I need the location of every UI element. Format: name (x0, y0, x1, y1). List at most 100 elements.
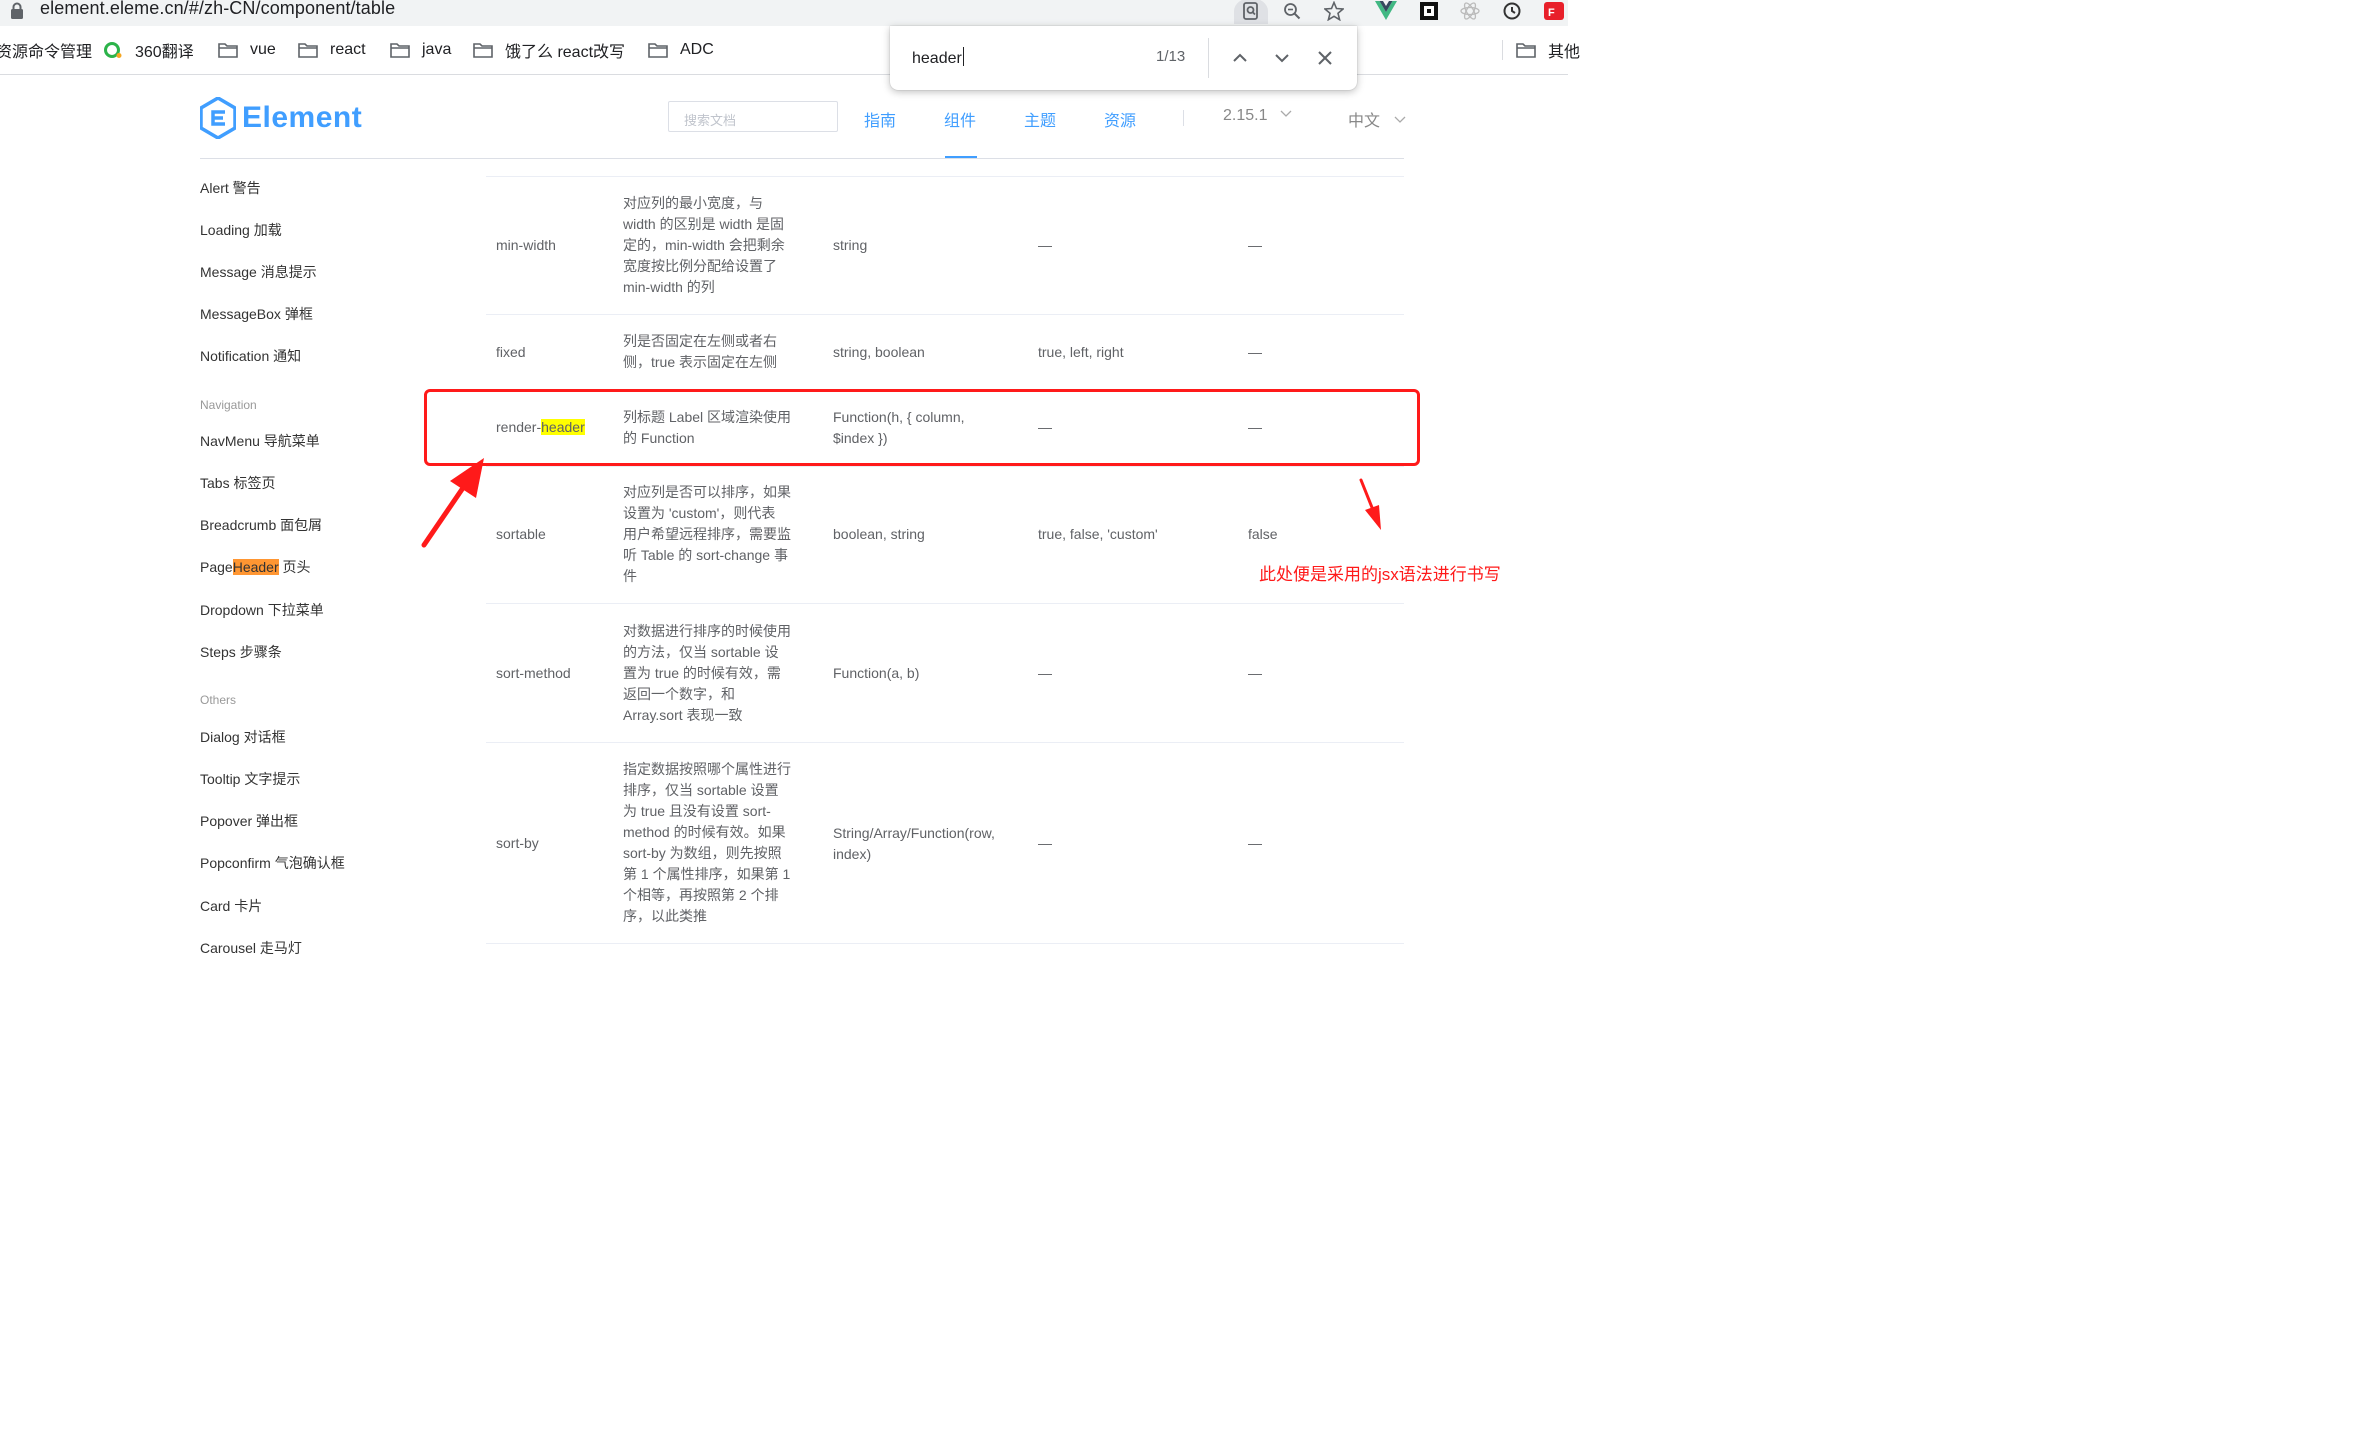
sync-extension-icon[interactable] (1498, 0, 1526, 24)
desc-line: 列是否固定在左侧或者右 (623, 333, 777, 349)
vue-devtools-icon[interactable] (1372, 0, 1400, 24)
desc-line: 宽度按比例分配给设置了 (623, 258, 777, 274)
cell-param: min-width (496, 237, 556, 253)
bookmark-folder-eleme-react[interactable]: 饿了么 react改写 (473, 38, 625, 62)
cell-type: String/Array/Function(row, index) (833, 823, 995, 865)
sidebar-item-pageheader[interactable]: PageHeader 页头 (200, 557, 311, 577)
desc-line: 个相等，再按照第 2 个排 (623, 887, 779, 903)
close-icon (1318, 51, 1332, 65)
cell-type: Function(a, b) (833, 665, 920, 681)
qr-extension-icon[interactable] (1415, 0, 1443, 24)
language-select[interactable]: 中文 (1348, 107, 1406, 131)
element-logo[interactable]: Element (200, 97, 362, 139)
doc-search-input[interactable]: 搜索文档 (668, 101, 838, 132)
cell-default: — (1248, 665, 1262, 681)
desc-line: 听 Table 的 sort-change 事 (623, 547, 788, 563)
bookmark-folder-other[interactable]: 其他 (1516, 38, 1580, 62)
desc-line: 设置为 'custom'，则代表 (623, 505, 776, 521)
type-line: String/Array/Function(row, (833, 825, 995, 841)
bookmark-label: 饿了么 react改写 (505, 44, 626, 61)
language-text: 中文 (1348, 113, 1381, 130)
version-select[interactable]: 2.15.1 (1223, 107, 1292, 125)
cell-param: sort-by (496, 835, 539, 851)
header-divider (200, 158, 1404, 159)
sidebar-item-navmenu[interactable]: NavMenu 导航菜单 (200, 431, 320, 451)
browser-url-bar: element.eleme.cn/#/zh-CN/component/table… (0, 0, 1568, 26)
cell-description: 对数据进行排序的时候使用 的方法，仅当 sortable 设 置为 true 的… (623, 621, 791, 726)
nav-guide[interactable]: 指南 (864, 107, 896, 131)
desc-line: 件 (623, 568, 637, 584)
find-divider (1208, 38, 1209, 78)
sidebar-item-breadcrumb[interactable]: Breadcrumb 面包屑 (200, 515, 322, 535)
find-next-button[interactable] (1270, 46, 1294, 70)
table-row-divider (486, 314, 1404, 315)
bookmark-star-icon[interactable] (1320, 0, 1348, 24)
bookmark-folder-vue[interactable]: vue (218, 38, 276, 62)
nav-resource[interactable]: 资源 (1104, 107, 1136, 131)
sidebar-item-loading[interactable]: Loading 加载 (200, 220, 282, 240)
sidebar-item-alert[interactable]: Alert 警告 (200, 178, 261, 198)
bookmark-label: java (422, 41, 452, 58)
bookmark-resource-cmd[interactable]: 资源命令管理 (0, 38, 92, 62)
bookmark-folder-adc[interactable]: ADC (648, 38, 714, 62)
arrow-left-icon (421, 458, 484, 548)
sidebar-item-messagebox[interactable]: MessageBox 弹框 (200, 304, 313, 324)
sidebar-item-popover[interactable]: Popover 弹出框 (200, 811, 298, 831)
sidebar-item-dialog[interactable]: Dialog 对话框 (200, 727, 286, 747)
desc-line: 定的，min-width 会把剩余 (623, 237, 785, 253)
folder-icon (298, 43, 318, 58)
find-query-text: header (912, 50, 962, 67)
react-devtools-icon[interactable] (1456, 0, 1484, 24)
cell-type: string (833, 237, 868, 253)
sidebar-item-notification[interactable]: Notification 通知 (200, 346, 301, 366)
find-input[interactable]: header (912, 47, 964, 68)
sidebar-item-steps[interactable]: Steps 步骤条 (200, 642, 282, 662)
annotation-highlight-box (424, 389, 1420, 466)
table-row-divider (486, 466, 1404, 467)
find-previous-button[interactable] (1228, 46, 1252, 70)
sidebar-item-tooltip[interactable]: Tooltip 文字提示 (200, 769, 300, 789)
bookmark-folder-java[interactable]: java (390, 38, 451, 62)
bookmark-360-translate[interactable]: 360翻译 (103, 38, 194, 62)
table-row-divider (486, 742, 1404, 743)
bookmark-divider (1502, 40, 1503, 60)
desc-line: 对应列的最小宽度，与 (623, 195, 763, 211)
bookmark-label: ADC (680, 41, 714, 58)
desc-line: sort-by 为数组，则先按照 (623, 845, 782, 861)
desc-line: 第 1 个属性排序，如果第 1 (623, 866, 791, 882)
find-in-page-icon[interactable] (1234, 0, 1268, 24)
folder-icon (390, 43, 410, 58)
sidebar-item-popconfirm[interactable]: Popconfirm 气泡确认框 (200, 853, 345, 873)
sidebar-item-dropdown[interactable]: Dropdown 下拉菜单 (200, 600, 324, 620)
nav-component[interactable]: 组件 (944, 107, 976, 131)
find-close-button[interactable] (1313, 46, 1337, 70)
sidebar-item-carousel[interactable]: Carousel 走马灯 (200, 938, 302, 958)
cell-type: boolean, string (833, 526, 925, 542)
bookmark-folder-react[interactable]: react (298, 38, 366, 62)
sidebar-item-message[interactable]: Message 消息提示 (200, 262, 317, 282)
table-row-divider (486, 176, 1404, 177)
chevron-down-icon (1395, 116, 1406, 123)
find-match-highlight: Header (232, 559, 279, 575)
desc-line: min-width 的列 (623, 279, 715, 295)
desc-line: 指定数据按照哪个属性进行 (623, 761, 791, 777)
sidebar-group-navigation: Navigation (200, 398, 257, 412)
desc-line: 排序，仅当 sortable 设置 (623, 782, 779, 798)
url-text[interactable]: element.eleme.cn/#/zh-CN/component/table (40, 0, 395, 19)
cell-description: 指定数据按照哪个属性进行 排序，仅当 sortable 设置 为 true 且没… (623, 759, 791, 927)
nav-theme[interactable]: 主题 (1024, 107, 1056, 131)
red-extension-icon[interactable]: F (1540, 0, 1568, 24)
cell-type: string, boolean (833, 344, 925, 360)
bookmark-label: 其他 (1548, 44, 1581, 61)
cell-default: false (1248, 526, 1278, 542)
cell-options: true, left, right (1038, 344, 1124, 360)
nav-divider (1183, 110, 1184, 126)
sidebar-item-card[interactable]: Card 卡片 (200, 896, 262, 916)
cell-description: 列是否固定在左侧或者右 侧，true 表示固定在左侧 (623, 331, 777, 373)
sidebar-item-tabs[interactable]: Tabs 标签页 (200, 473, 275, 493)
chevron-down-icon (1280, 110, 1292, 117)
table-row-divider (486, 943, 1404, 944)
folder-icon (218, 43, 238, 58)
zoom-icon[interactable] (1278, 0, 1306, 24)
text-caret (962, 47, 964, 66)
